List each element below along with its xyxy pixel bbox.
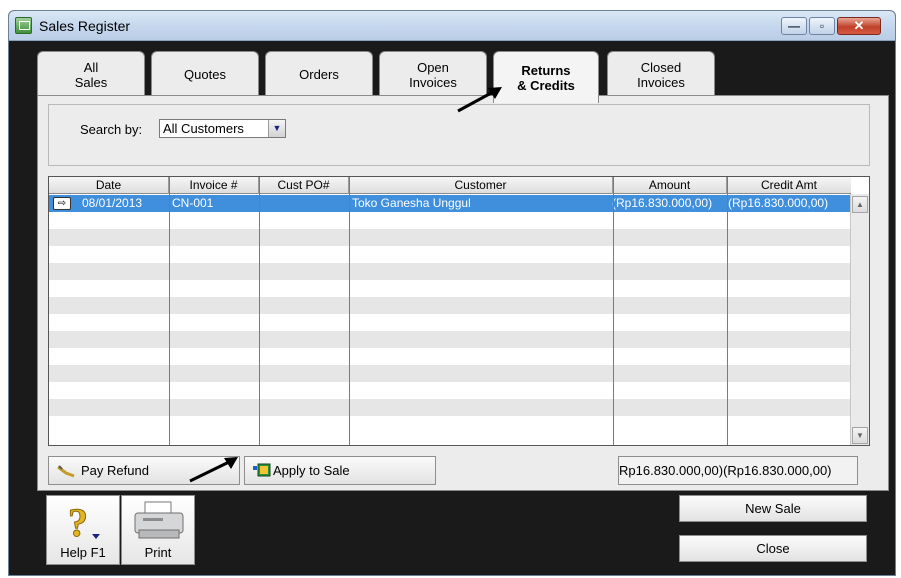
tab-returns-credits[interactable]: Returns & Credits bbox=[493, 51, 599, 103]
maximize-button[interactable]: ▫ bbox=[809, 17, 835, 35]
question-mark-icon: ? bbox=[68, 500, 100, 542]
total-amount: Rp16.830.000,00) bbox=[619, 463, 724, 478]
apply-sale-icon bbox=[253, 463, 271, 477]
column-divider bbox=[259, 177, 260, 445]
total-credit-amt: (Rp16.830.000,00) bbox=[723, 463, 832, 478]
close-window-button[interactable]: ✕ bbox=[837, 17, 881, 35]
print-label: Print bbox=[144, 545, 172, 560]
vertical-scrollbar[interactable]: ▲ ▼ bbox=[850, 194, 869, 445]
col-customer[interactable]: Customer bbox=[349, 177, 613, 194]
help-button[interactable]: ? Help F1 bbox=[46, 495, 120, 565]
chevron-down-icon[interactable]: ▼ bbox=[268, 120, 285, 137]
tab-orders[interactable]: Orders bbox=[265, 51, 373, 97]
column-divider bbox=[169, 177, 170, 445]
cell-cust-po bbox=[259, 195, 349, 212]
cell-credit-amt: (Rp16.830.000,00) bbox=[728, 196, 829, 210]
tab-label: Returns & Credits bbox=[517, 62, 575, 93]
cell-date: 08/01/2013 bbox=[82, 196, 143, 210]
new-sale-button[interactable]: New Sale bbox=[679, 495, 867, 522]
cell-customer: Toko Ganesha Unggul bbox=[352, 196, 471, 210]
refund-pen-icon bbox=[57, 465, 75, 478]
help-label: Help F1 bbox=[60, 545, 106, 560]
tab-all-sales[interactable]: All Sales bbox=[37, 51, 145, 97]
window-title: Sales Register bbox=[39, 18, 131, 34]
print-button[interactable]: Print bbox=[121, 495, 195, 565]
column-divider bbox=[349, 177, 350, 445]
col-amount[interactable]: Amount bbox=[613, 177, 727, 194]
scroll-up-icon[interactable]: ▲ bbox=[852, 196, 868, 213]
minimize-icon: — bbox=[788, 19, 800, 33]
col-invoice[interactable]: Invoice # bbox=[169, 177, 259, 194]
tab-open-invoices[interactable]: Open Invoices bbox=[379, 51, 487, 97]
column-divider bbox=[727, 177, 728, 445]
tab-label: Closed Invoices bbox=[637, 59, 685, 90]
minimize-button[interactable]: — bbox=[781, 17, 807, 35]
col-cust-po[interactable]: Cust PO# bbox=[259, 177, 349, 194]
search-area: Search by: All Customers ▼ bbox=[48, 104, 870, 166]
tab-quotes[interactable]: Quotes bbox=[151, 51, 259, 97]
maximize-icon: ▫ bbox=[819, 19, 825, 33]
scroll-down-icon[interactable]: ▼ bbox=[852, 427, 868, 444]
title-bar: Sales Register — ▫ ✕ bbox=[9, 11, 895, 41]
returns-grid: Date Invoice # Cust PO# Customer Amount … bbox=[48, 176, 870, 446]
totals-box: Rp16.830.000,00)(Rp16.830.000,00) bbox=[618, 456, 858, 485]
tab-label: Open Invoices bbox=[409, 59, 457, 90]
col-date[interactable]: Date bbox=[49, 177, 169, 194]
tab-label: All Sales bbox=[74, 59, 108, 90]
search-by-label: Search by: bbox=[80, 122, 143, 137]
zoom-arrow-icon[interactable]: ⇨ bbox=[53, 197, 71, 210]
app-icon bbox=[15, 17, 32, 34]
close-button[interactable]: Close bbox=[679, 535, 867, 562]
apply-to-sale-button[interactable]: Apply to Sale bbox=[244, 456, 436, 485]
printer-icon bbox=[134, 501, 184, 539]
pay-refund-button[interactable]: Pay Refund bbox=[48, 456, 240, 485]
sales-register-window: Sales Register — ▫ ✕ All Sales Quotes Or… bbox=[8, 10, 896, 576]
close-icon: ✕ bbox=[853, 18, 865, 33]
svg-text:?: ? bbox=[68, 500, 88, 542]
tab-label: Quotes bbox=[184, 67, 226, 82]
col-credit-amt[interactable]: Credit Amt bbox=[727, 177, 851, 194]
returns-credits-panel: Search by: All Customers ▼ Date Invoice … bbox=[37, 95, 889, 491]
cell-invoice: CN-001 bbox=[172, 196, 214, 210]
tab-closed-invoices[interactable]: Closed Invoices bbox=[607, 51, 715, 97]
cell-amount: (Rp16.830.000,00) bbox=[612, 196, 713, 210]
search-by-value: All Customers bbox=[163, 121, 244, 136]
tab-label: Orders bbox=[299, 67, 339, 82]
apply-to-sale-label: Apply to Sale bbox=[273, 463, 350, 478]
search-by-select[interactable]: All Customers ▼ bbox=[159, 119, 286, 138]
pay-refund-label: Pay Refund bbox=[81, 463, 149, 478]
column-divider bbox=[613, 177, 614, 445]
